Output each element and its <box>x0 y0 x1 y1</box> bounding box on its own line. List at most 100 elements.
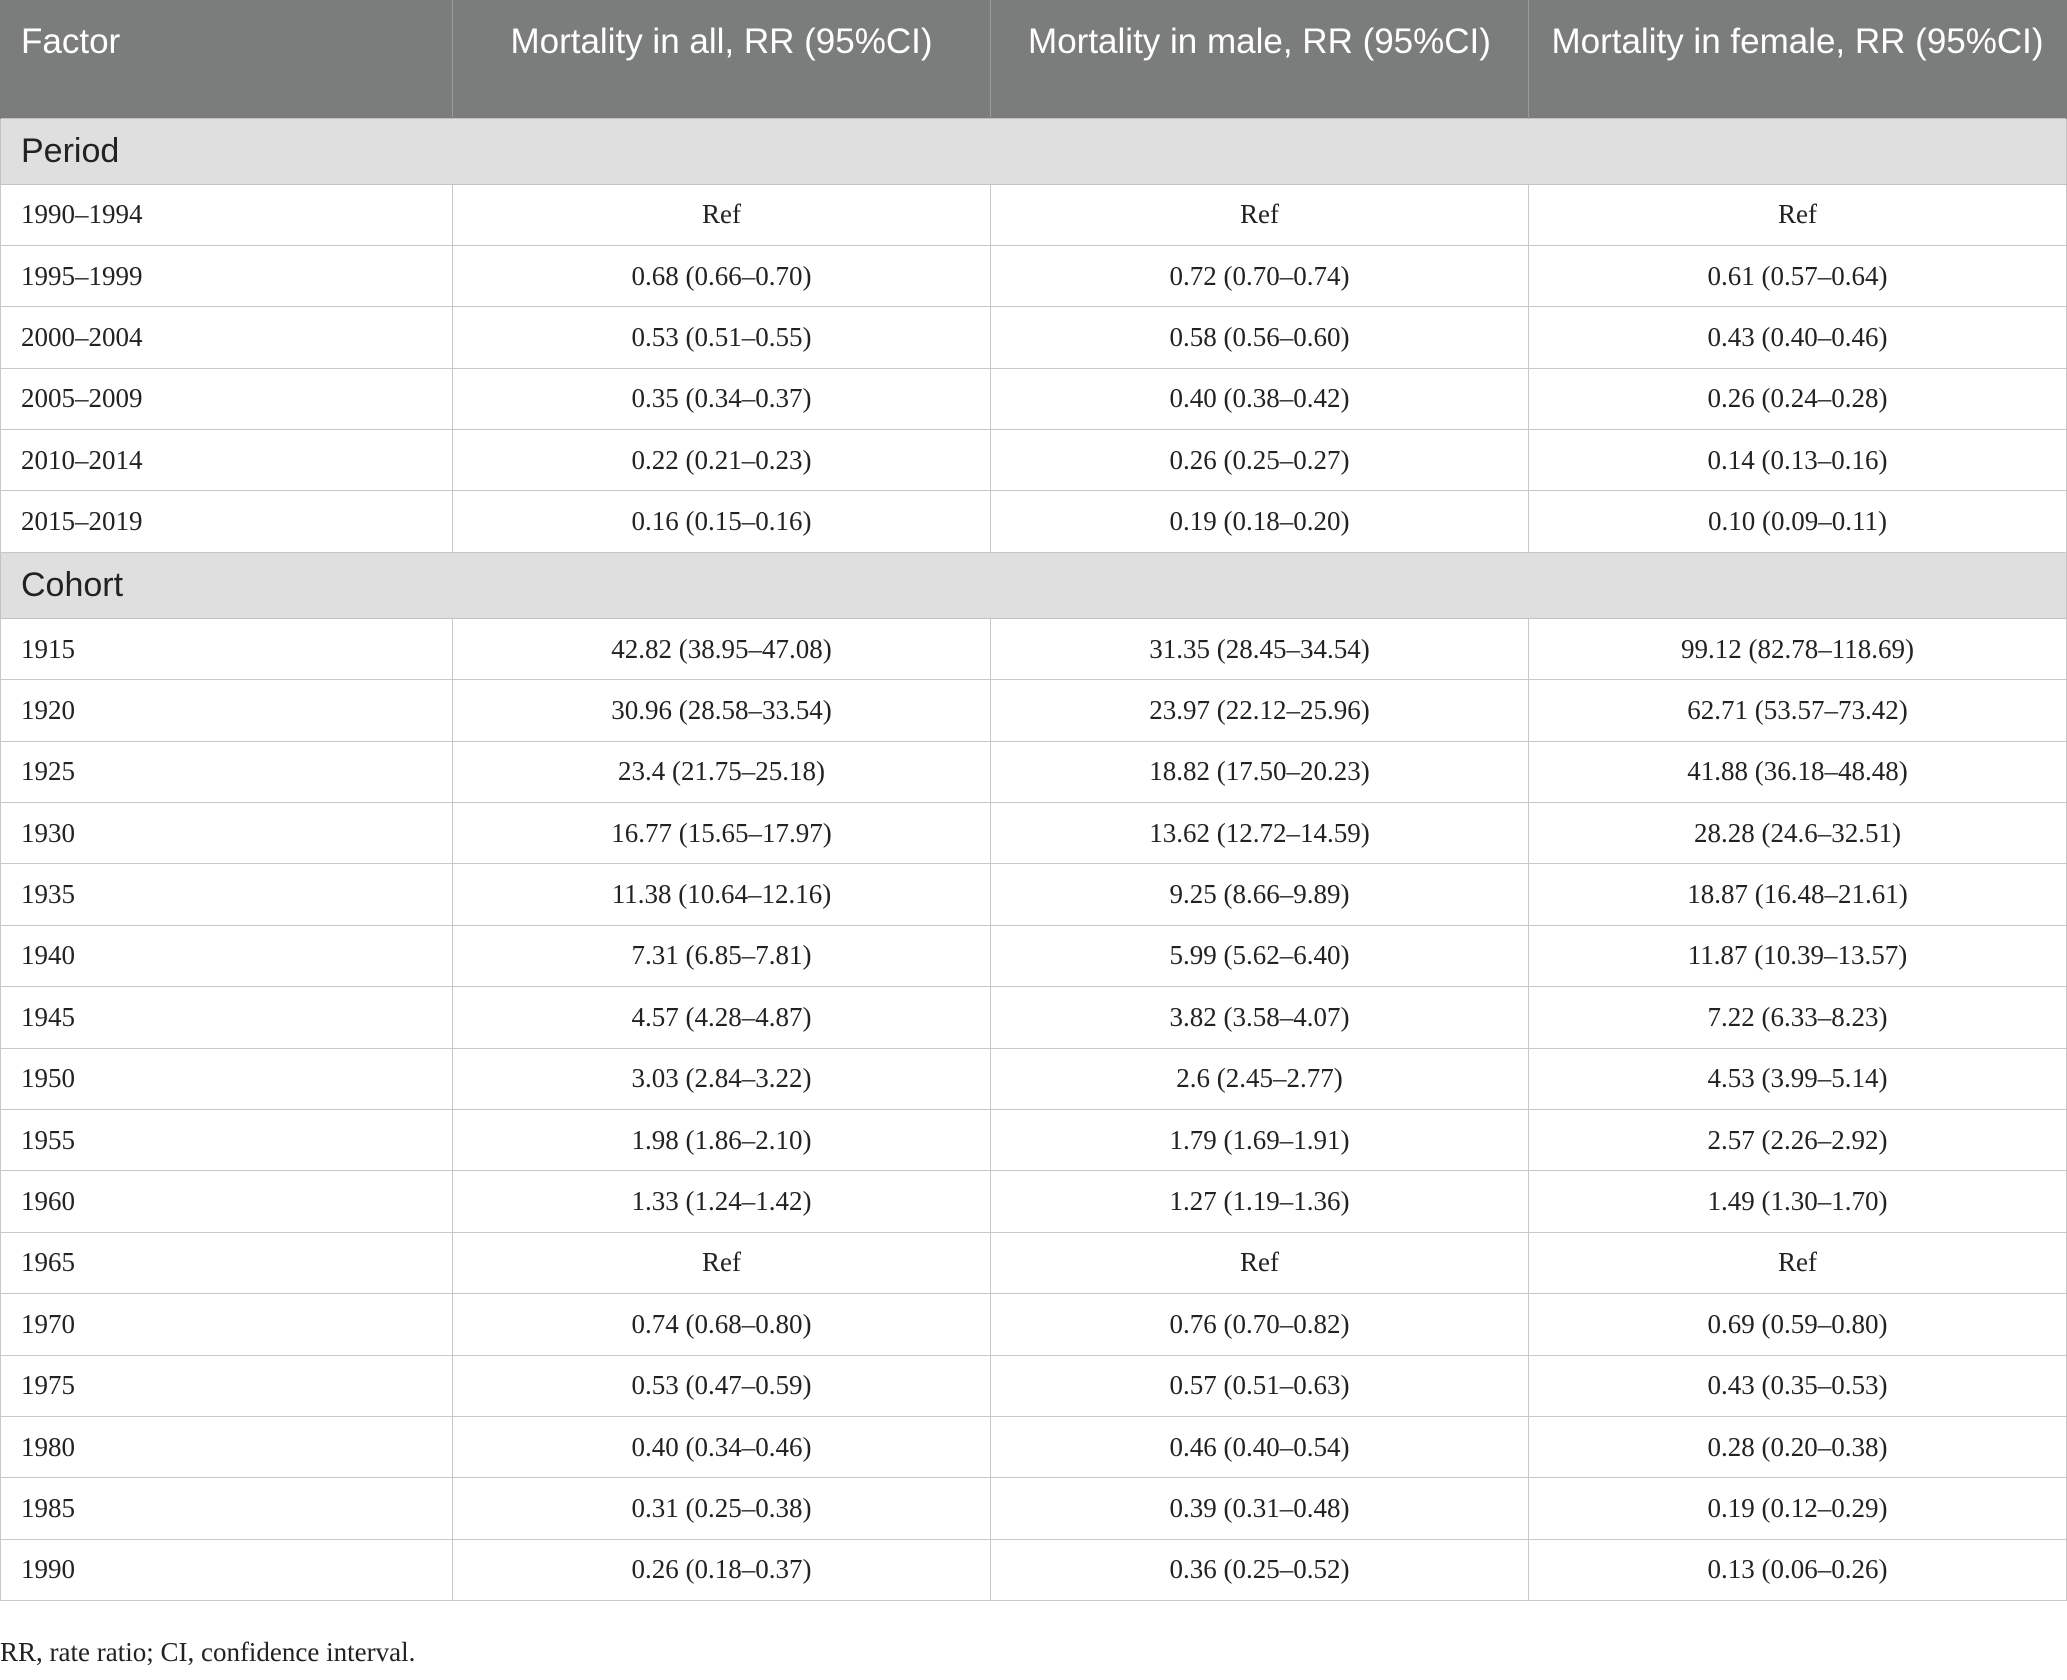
cell-factor: 1975 <box>0 1354 453 1417</box>
cell-mortality-female: 0.10 (0.09–0.11) <box>1528 490 2067 553</box>
table-row: 1925 23.4 (21.75–25.18) 18.82 (17.50–20.23… <box>0 740 2067 804</box>
section-title: Period <box>0 117 2067 185</box>
table-row: 1990 0.26 (0.18–0.37) 0.36 (0.25–0.52) 0.13… <box>0 1538 2067 1602</box>
cell-mortality-all: 0.22 (0.21–0.23) <box>452 429 991 492</box>
cell-mortality-male: 0.76 (0.70–0.82) <box>990 1293 1529 1356</box>
cell-mortality-male: 0.40 (0.38–0.42) <box>990 367 1529 431</box>
cell-mortality-female: 28.28 (24.6–32.51) <box>1528 802 2067 865</box>
cell-mortality-male: 18.82 (17.50–20.23) <box>990 740 1529 804</box>
table-row: 1965 Ref Ref Ref <box>0 1231 2067 1295</box>
header-mortality-all: Mortality in all, RR (95%CI) <box>452 0 991 118</box>
cell-factor: 1970 <box>0 1293 453 1356</box>
cell-mortality-all: Ref <box>452 1231 991 1295</box>
table-row: 1955 1.98 (1.86–2.10) 1.79 (1.69–1.91) 2.57… <box>0 1108 2067 1172</box>
section-header-row: Period <box>0 117 2067 185</box>
cell-mortality-female: Ref <box>1528 1231 2067 1295</box>
cell-mortality-male: 1.79 (1.69–1.91) <box>990 1108 1529 1172</box>
cell-factor: 1955 <box>0 1108 453 1172</box>
table-row: 1935 11.38 (10.64–12.16) 9.25 (8.66–9.89) 1… <box>0 863 2067 926</box>
cell-mortality-female: 0.26 (0.24–0.28) <box>1528 367 2067 431</box>
cell-factor: 2000–2004 <box>0 306 453 369</box>
cell-factor: 1925 <box>0 740 453 804</box>
cell-mortality-male: Ref <box>990 1231 1529 1295</box>
cell-factor: 1995–1999 <box>0 244 453 308</box>
cell-mortality-male: 5.99 (5.62–6.40) <box>990 924 1529 988</box>
table-container: Factor Mortality in all, RR (95%CI) Mort… <box>0 0 2067 1602</box>
table-row: 1950 3.03 (2.84–3.22) 2.6 (2.45–2.77) 4.53 … <box>0 1047 2067 1110</box>
cell-factor: 1990–1994 <box>0 183 453 246</box>
cell-mortality-male: 3.82 (3.58–4.07) <box>990 986 1529 1049</box>
cell-mortality-all: 0.68 (0.66–0.70) <box>452 244 991 308</box>
cell-factor: 1965 <box>0 1231 453 1295</box>
table-footnote: RR, rate ratio; CI, confidence interval. <box>0 1637 416 1667</box>
cell-mortality-all: 0.26 (0.18–0.37) <box>452 1538 991 1602</box>
cell-mortality-female: 0.14 (0.13–0.16) <box>1528 429 2067 492</box>
cell-mortality-male: 0.58 (0.56–0.60) <box>990 306 1529 369</box>
cell-mortality-all: 42.82 (38.95–47.08) <box>452 617 991 681</box>
cell-mortality-female: 62.71 (53.57–73.42) <box>1528 679 2067 742</box>
table-row: 1920 30.96 (28.58–33.54) 23.97 (22.12–25.9… <box>0 679 2067 742</box>
cell-mortality-female: 0.43 (0.40–0.46) <box>1528 306 2067 369</box>
cell-factor: 1990 <box>0 1538 453 1602</box>
table-row: 1985 0.31 (0.25–0.38) 0.39 (0.31–0.48) 0.19… <box>0 1477 2067 1540</box>
cell-mortality-all: 1.33 (1.24–1.42) <box>452 1170 991 1233</box>
cell-mortality-male: 0.26 (0.25–0.27) <box>990 429 1529 492</box>
cell-mortality-all: 0.40 (0.34–0.46) <box>452 1415 991 1479</box>
cell-mortality-female: 4.53 (3.99–5.14) <box>1528 1047 2067 1110</box>
cell-mortality-female: 0.28 (0.20–0.38) <box>1528 1415 2067 1479</box>
cell-mortality-female: 11.87 (10.39–13.57) <box>1528 924 2067 988</box>
cell-mortality-all: 0.31 (0.25–0.38) <box>452 1477 991 1540</box>
cell-mortality-all: 23.4 (21.75–25.18) <box>452 740 991 804</box>
header-mortality-female: Mortality in female, RR (95%CI) <box>1528 0 2067 118</box>
cell-factor: 2010–2014 <box>0 429 453 492</box>
cell-mortality-all: 0.53 (0.47–0.59) <box>452 1354 991 1417</box>
table-row: 1990–1994 Ref Ref Ref <box>0 183 2067 246</box>
table-body: Period 1990–1994 Ref Ref Ref 1995–1999 0.68 (0… <box>0 117 2067 1602</box>
table-row: 1930 16.77 (15.65–17.97) 13.62 (12.72–14.5… <box>0 802 2067 865</box>
table-row: 1940 7.31 (6.85–7.81) 5.99 (5.62–6.40) 11.8… <box>0 924 2067 988</box>
cell-mortality-male: 0.72 (0.70–0.74) <box>990 244 1529 308</box>
table-row: 1915 42.82 (38.95–47.08) 31.35 (28.45–34.5… <box>0 617 2067 681</box>
rate-ratio-table: Factor Mortality in all, RR (95%CI) Mort… <box>0 0 2067 1602</box>
cell-mortality-male: 23.97 (22.12–25.96) <box>990 679 1529 742</box>
cell-factor: 1945 <box>0 986 453 1049</box>
section-header-row: Cohort <box>0 551 2067 619</box>
cell-factor: 1960 <box>0 1170 453 1233</box>
table-row: 1945 4.57 (4.28–4.87) 3.82 (3.58–4.07) 7.22… <box>0 986 2067 1049</box>
cell-factor: 1935 <box>0 863 453 926</box>
table-row: 2010–2014 0.22 (0.21–0.23) 0.26 (0.25–0.27… <box>0 429 2067 492</box>
cell-mortality-all: 1.98 (1.86–2.10) <box>452 1108 991 1172</box>
cell-mortality-all: 16.77 (15.65–17.97) <box>452 802 991 865</box>
cell-mortality-all: 0.16 (0.15–0.16) <box>452 490 991 553</box>
cell-mortality-female: 0.19 (0.12–0.29) <box>1528 1477 2067 1540</box>
cell-mortality-male: 1.27 (1.19–1.36) <box>990 1170 1529 1233</box>
cell-mortality-all: 30.96 (28.58–33.54) <box>452 679 991 742</box>
cell-mortality-all: 0.53 (0.51–0.55) <box>452 306 991 369</box>
table-row: 1970 0.74 (0.68–0.80) 0.76 (0.70–0.82) 0.69… <box>0 1293 2067 1356</box>
cell-mortality-male: 13.62 (12.72–14.59) <box>990 802 1529 865</box>
cell-mortality-all: 4.57 (4.28–4.87) <box>452 986 991 1049</box>
cell-factor: 2015–2019 <box>0 490 453 553</box>
table-row: 2000–2004 0.53 (0.51–0.55) 0.58 (0.56–0.60… <box>0 306 2067 369</box>
cell-mortality-male: 0.36 (0.25–0.52) <box>990 1538 1529 1602</box>
cell-mortality-female: 1.49 (1.30–1.70) <box>1528 1170 2067 1233</box>
header-row: Factor Mortality in all, RR (95%CI) Mort… <box>0 0 2067 118</box>
table-row: 2005–2009 0.35 (0.34–0.37) 0.40 (0.38–0.42… <box>0 367 2067 431</box>
cell-factor: 1920 <box>0 679 453 742</box>
table-row: 1975 0.53 (0.47–0.59) 0.57 (0.51–0.63) 0.43… <box>0 1354 2067 1417</box>
cell-mortality-male: 0.19 (0.18–0.20) <box>990 490 1529 553</box>
table-row: 1980 0.40 (0.34–0.46) 0.46 (0.40–0.54) 0.28… <box>0 1415 2067 1479</box>
cell-mortality-all: 3.03 (2.84–3.22) <box>452 1047 991 1110</box>
cell-mortality-female: 0.43 (0.35–0.53) <box>1528 1354 2067 1417</box>
cell-mortality-female: 0.61 (0.57–0.64) <box>1528 244 2067 308</box>
cell-mortality-female: 0.13 (0.06–0.26) <box>1528 1538 2067 1602</box>
cell-mortality-all: 7.31 (6.85–7.81) <box>452 924 991 988</box>
cell-mortality-male: Ref <box>990 183 1529 246</box>
cell-factor: 2005–2009 <box>0 367 453 431</box>
cell-mortality-female: 18.87 (16.48–21.61) <box>1528 863 2067 926</box>
cell-mortality-male: 0.57 (0.51–0.63) <box>990 1354 1529 1417</box>
cell-mortality-male: 2.6 (2.45–2.77) <box>990 1047 1529 1110</box>
cell-factor: 1950 <box>0 1047 453 1110</box>
header-mortality-male: Mortality in male, RR (95%CI) <box>990 0 1529 118</box>
cell-mortality-all: Ref <box>452 183 991 246</box>
